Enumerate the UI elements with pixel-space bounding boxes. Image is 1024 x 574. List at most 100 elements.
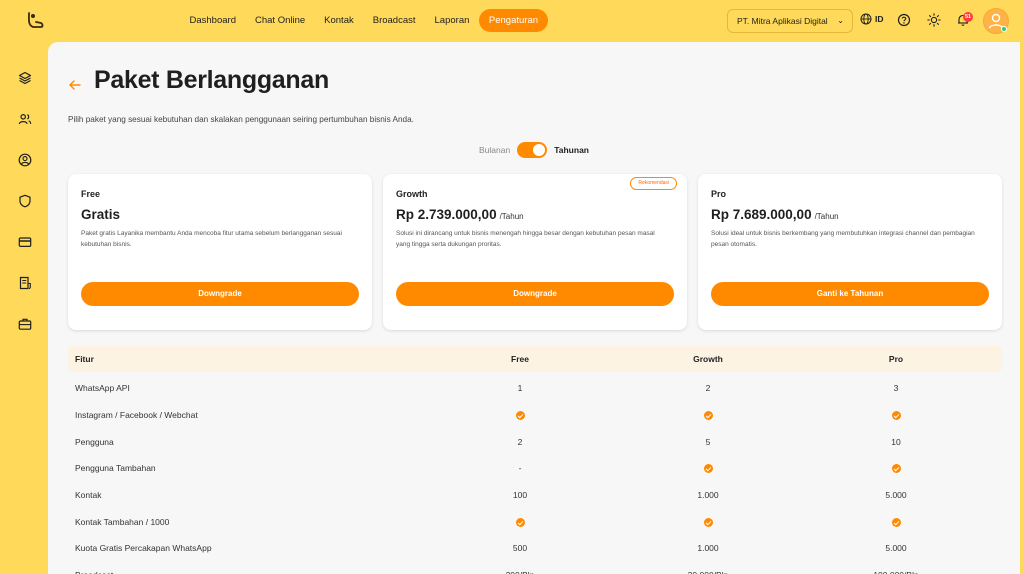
table-row: WhatsApp API 1 2 3 (68, 375, 1002, 401)
language-label: ID (875, 14, 884, 24)
feature-value-growth: 1.000 (697, 543, 719, 553)
downgrade-button[interactable]: Downgrade (81, 282, 359, 306)
brand-logo[interactable] (24, 10, 46, 32)
check-icon (515, 518, 525, 528)
feature-value-pro: 5.000 (885, 490, 907, 500)
check-icon (515, 411, 525, 421)
plan-price-amount: Rp 7.689.000,00 (711, 207, 812, 222)
switch-to-yearly-button[interactable]: Ganti ke Tahunan (711, 282, 989, 306)
company-name: PT. Mitra Aplikasi Digital (737, 16, 828, 26)
nav-kontak[interactable]: Kontak (315, 9, 364, 32)
plan-price: Rp 7.689.000,00/Tahun (711, 207, 839, 222)
column-header-free: Free (511, 354, 529, 364)
globe-icon (860, 13, 872, 25)
recommended-badge: Rekomendasi (630, 177, 677, 190)
feature-value-pro (836, 402, 956, 428)
table-row: Kontak 100 1.000 5.000 (68, 482, 1002, 508)
check-icon (703, 518, 713, 528)
table-row: Pengguna Tambahan - (68, 455, 1002, 481)
plan-description: Solusi ini dirancang untuk bisnis meneng… (396, 230, 655, 248)
plan-card-pro: Pro Rp 7.689.000,00/Tahun Solusi ideal u… (698, 174, 1002, 330)
table-row: Pengguna 2 5 10 (68, 429, 1002, 455)
check-icon (891, 464, 901, 474)
plan-card-free: Free Gratis Paket gratis Layanika memban… (68, 174, 372, 330)
plan-price-amount: Rp 2.739.000,00 (396, 207, 497, 222)
plan-card-growth: Rekomendasi Growth Rp 2.739.000,00/Tahun… (383, 174, 687, 330)
plan-price: Rp 2.739.000,00/Tahun (396, 207, 524, 222)
layers-icon[interactable] (18, 71, 32, 85)
feature-value-growth: 1.000 (697, 490, 719, 500)
nav-broadcast[interactable]: Broadcast (363, 9, 425, 32)
toggle-monthly-label[interactable]: Bulanan (479, 145, 510, 155)
check-icon (703, 411, 713, 421)
column-header-pro: Pro (888, 354, 904, 364)
users-icon[interactable] (18, 112, 32, 126)
nav-dashboard[interactable]: Dashboard (180, 9, 245, 32)
plan-name: Pro (711, 189, 727, 199)
table-row: Kontak Tambahan / 1000 (68, 509, 1002, 535)
feature-value-free: 2 (517, 437, 523, 447)
feature-value-free (460, 402, 580, 428)
table-row: Kuota Gratis Percakapan WhatsApp 500 1.0… (68, 535, 1002, 561)
feature-value-pro (836, 509, 956, 535)
credit-card-icon[interactable] (18, 235, 32, 249)
check-icon (891, 518, 901, 528)
feature-name: Kontak Tambahan / 1000 (75, 517, 170, 527)
sidebar (0, 42, 48, 574)
feature-value-free: - (518, 463, 522, 473)
feature-table-header: Fitur Free Growth Pro (68, 346, 1002, 372)
feature-value-free: 100 (512, 490, 528, 500)
receipt-icon[interactable] (18, 276, 32, 290)
feature-name: Instagram / Facebook / Webchat (75, 410, 198, 420)
billing-period-switch[interactable] (517, 142, 548, 158)
chevron-down-icon: ⌄ (837, 16, 844, 25)
feature-value-pro: 100.000/Bln (836, 562, 956, 574)
feature-value-free: 200/Bln (460, 562, 580, 574)
feature-name: WhatsApp API (75, 383, 130, 393)
feature-value-pro (836, 455, 956, 481)
user-avatar[interactable] (983, 8, 1009, 34)
account-circle-icon[interactable] (18, 153, 32, 167)
nav-pengaturan[interactable]: Pengaturan (478, 9, 549, 32)
switch-knob (533, 144, 546, 156)
feature-name: Pengguna (75, 437, 114, 447)
feature-name: Kuota Gratis Percakapan WhatsApp (75, 543, 212, 553)
check-icon (703, 464, 713, 474)
nav-laporan[interactable]: Laporan (425, 9, 479, 32)
check-icon (891, 411, 901, 421)
notification-badge: 51 (963, 12, 973, 22)
toggle-yearly-label[interactable]: Tahunan (554, 145, 589, 155)
plan-description: Paket gratis Layanika membantu Anda menc… (81, 230, 342, 248)
feature-value-pro: 3 (893, 383, 899, 393)
briefcase-icon[interactable] (18, 317, 32, 331)
plan-price-amount: Gratis (81, 207, 121, 222)
sun-icon[interactable] (927, 13, 941, 27)
plan-period: /Tahun (499, 212, 524, 221)
help-icon[interactable] (897, 13, 911, 27)
language-switcher[interactable]: ID (860, 13, 884, 25)
nav-chat-online[interactable]: Chat Online (245, 9, 314, 32)
feature-value-growth: 30.000/Bln (648, 562, 768, 574)
feature-value-growth (648, 455, 768, 481)
column-header-growth: Growth (693, 354, 723, 364)
main-content: Paket Berlangganan Pilih paket yang sesu… (48, 42, 1020, 574)
feature-name: Kontak (75, 490, 102, 500)
feature-value-growth (648, 509, 768, 535)
plan-price: Gratis (81, 207, 120, 222)
downgrade-button[interactable]: Downgrade (396, 282, 674, 306)
company-select[interactable]: PT. Mitra Aplikasi Digital ⌄ (727, 9, 853, 33)
feature-value-growth (648, 402, 768, 428)
feature-value-free (460, 509, 580, 535)
feature-name: Pengguna Tambahan (75, 463, 156, 473)
feature-value-growth: 5 (705, 437, 711, 447)
feature-value-pro: 5.000 (885, 543, 907, 553)
page-description: Pilih paket yang sesuai kebutuhan dan sk… (68, 115, 414, 124)
page-scrollbar[interactable] (1020, 42, 1024, 574)
top-bar: Dashboard Chat Online Kontak Broadcast L… (0, 0, 1024, 42)
main-nav: Dashboard Chat Online Kontak Broadcast L… (180, 9, 549, 32)
plan-name: Free (81, 189, 101, 199)
back-arrow-icon[interactable] (68, 78, 82, 92)
shield-icon[interactable] (18, 194, 32, 208)
plan-description: Solusi ideal untuk bisnis berkembang yan… (711, 230, 975, 248)
feature-value-free: 500 (512, 543, 528, 553)
